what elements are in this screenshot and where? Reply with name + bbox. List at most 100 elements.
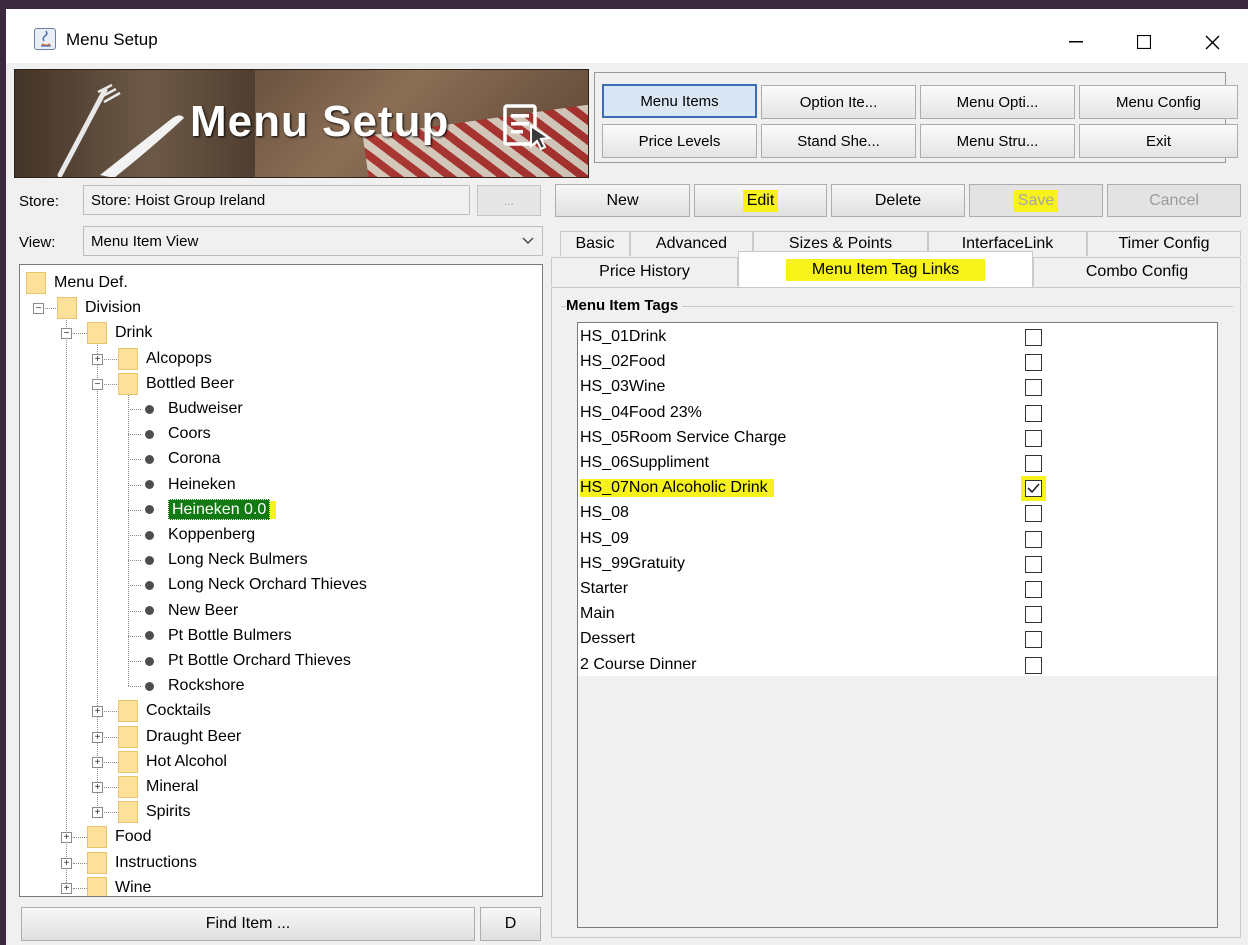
tag-checkbox[interactable] <box>1025 329 1042 346</box>
tree-folder[interactable]: Hot Alcohol <box>118 750 227 774</box>
menu-structure-button[interactable]: Menu Stru... <box>920 124 1075 158</box>
edit-button[interactable]: Edit <box>694 184 827 217</box>
tag-row[interactable]: HS_99Gratuity <box>580 552 685 576</box>
menu-config-button[interactable]: Menu Config <box>1079 85 1238 119</box>
expand-icon[interactable]: + <box>92 756 103 768</box>
tag-row[interactable]: HS_06Suppliment <box>580 451 709 475</box>
tree-leaf-item[interactable]: New Beer <box>145 599 238 623</box>
tree-leaf-item[interactable]: Long Neck Orchard Thieves <box>145 573 367 597</box>
tree-guide-line <box>104 761 117 763</box>
tree-guide-line <box>128 661 141 662</box>
option-items-button[interactable]: Option Ite... <box>761 85 916 119</box>
find-item-button[interactable]: Find Item ... <box>21 907 475 941</box>
save-button[interactable]: Save <box>969 184 1103 217</box>
tag-checkbox[interactable] <box>1025 631 1042 649</box>
tree-leaf-item[interactable]: Pt Bottle Orchard Thieves <box>145 649 351 673</box>
tag-row[interactable]: HS_02Food <box>580 350 665 374</box>
tag-checkbox[interactable] <box>1021 476 1046 502</box>
tree-folder[interactable]: Draught Beer <box>118 725 241 749</box>
expand-icon[interactable]: + <box>61 857 72 869</box>
tag-checkbox[interactable] <box>1025 455 1042 472</box>
tree-folder[interactable]: Food <box>87 825 151 849</box>
menu-options-button[interactable]: Menu Opti... <box>920 85 1075 119</box>
tree-root-menu-def[interactable]: Menu Def. <box>26 271 128 295</box>
new-button[interactable]: New <box>555 184 690 217</box>
d-button[interactable]: D <box>480 907 541 941</box>
expand-icon[interactable]: + <box>92 706 103 718</box>
price-levels-button[interactable]: Price Levels <box>602 124 757 158</box>
exit-button[interactable]: Exit <box>1079 124 1238 158</box>
tree-guide-line <box>73 837 87 839</box>
cancel-button[interactable]: Cancel <box>1107 184 1241 217</box>
tree-folder-alcopops[interactable]: Alcopops <box>118 347 212 371</box>
tree-leaf-item[interactable]: Coors <box>145 422 211 446</box>
store-field[interactable]: Store: Hoist Group Ireland <box>83 185 470 215</box>
stand-sheets-button[interactable]: Stand She... <box>761 124 916 158</box>
tag-row[interactable]: HS_05Room Service Charge <box>580 426 786 450</box>
collapse-icon[interactable]: − <box>61 328 72 340</box>
collapse-icon[interactable]: − <box>33 303 44 315</box>
tag-checkbox[interactable] <box>1025 379 1042 397</box>
tree-folder-bottled-beer[interactable]: Bottled Beer <box>118 372 234 396</box>
tab-combo-config[interactable]: Combo Config <box>1033 257 1241 286</box>
leaf-bullet-icon <box>145 606 154 616</box>
tag-checkbox[interactable] <box>1025 555 1042 573</box>
tab-timer-config[interactable]: Timer Config <box>1087 231 1241 256</box>
tree-leaf-item[interactable]: Corona <box>145 447 220 471</box>
tree-leaf-item[interactable]: Rockshore <box>145 674 244 698</box>
close-button[interactable] <box>1189 19 1235 65</box>
store-browse-button[interactable]: ... <box>477 185 541 216</box>
expand-icon[interactable]: + <box>61 832 72 844</box>
tab-price-history[interactable]: Price History <box>551 257 738 286</box>
expand-icon[interactable]: + <box>92 807 103 819</box>
tag-row[interactable]: HS_04Food 23% <box>580 401 702 425</box>
tree-leaf-item[interactable]: Heineken <box>145 473 236 497</box>
tag-checkbox[interactable] <box>1025 530 1042 548</box>
tag-checkbox[interactable] <box>1025 404 1042 422</box>
tag-checkbox[interactable] <box>1025 581 1042 598</box>
expand-icon[interactable]: + <box>92 353 103 365</box>
expand-icon[interactable]: + <box>92 731 103 743</box>
tag-checkbox[interactable] <box>1025 354 1042 372</box>
maximize-button[interactable] <box>1121 19 1167 65</box>
menu-items-button[interactable]: Menu Items <box>602 84 757 118</box>
tree-folder-drink[interactable]: Drink <box>87 321 152 345</box>
tab-menu-item-tag-links[interactable]: Menu Item Tag Links <box>738 251 1033 287</box>
tab-basic[interactable]: Basic <box>560 231 630 256</box>
tree-leaf-item[interactable]: Long Neck Bulmers <box>145 548 308 572</box>
tag-row[interactable]: HS_03Wine <box>580 375 665 399</box>
tag-row[interactable]: Starter <box>580 577 628 601</box>
tag-row[interactable]: HS_01Drink <box>580 325 666 349</box>
tag-row[interactable]: 2 Course Dinner <box>580 653 697 677</box>
tag-checkbox[interactable] <box>1025 606 1042 624</box>
expand-icon[interactable]: + <box>92 782 103 793</box>
tree-folder[interactable]: Mineral <box>118 775 198 799</box>
tag-row[interactable]: HS_08 <box>580 501 629 525</box>
delete-button[interactable]: Delete <box>831 184 965 217</box>
tree-folder[interactable]: Instructions <box>87 851 197 875</box>
tag-label: HS_01Drink <box>580 328 667 345</box>
menu-tree[interactable]: Menu Def. − Division − Drink + Alcopops − Bottle… <box>19 264 543 897</box>
tag-row[interactable]: Dessert <box>580 627 635 651</box>
collapse-icon[interactable]: − <box>92 378 103 390</box>
tag-checkbox[interactable] <box>1025 505 1042 523</box>
tree-folder[interactable]: Cocktails <box>118 699 211 723</box>
tag-row[interactable]: HS_09 <box>580 527 629 551</box>
tree-leaf-item[interactable]: Budweiser <box>145 397 243 421</box>
tag-row[interactable]: Main <box>580 602 615 626</box>
tree-folder[interactable]: Spirits <box>118 800 190 824</box>
tree-leaf-item[interactable]: Heineken 0.0 <box>145 498 277 522</box>
title-bar[interactable]: Menu Setup <box>6 9 1248 63</box>
tree-leaf-item[interactable]: Pt Bottle Bulmers <box>145 624 292 648</box>
tag-row[interactable]: HS_07Non Alcoholic Drink <box>580 476 774 500</box>
view-select[interactable]: Menu Item View <box>83 226 543 256</box>
tag-checkbox[interactable] <box>1025 429 1042 447</box>
tag-label: HS_02Food <box>580 353 666 371</box>
expand-icon[interactable]: + <box>61 882 72 894</box>
tag-checkbox[interactable] <box>1025 656 1042 674</box>
tree-folder-division[interactable]: Division <box>57 296 141 320</box>
tree-folder[interactable]: Wine <box>87 876 151 896</box>
tree-leaf-item[interactable]: Koppenberg <box>145 523 255 547</box>
tab-advanced[interactable]: Advanced <box>630 231 753 256</box>
minimize-button[interactable] <box>1053 19 1099 65</box>
